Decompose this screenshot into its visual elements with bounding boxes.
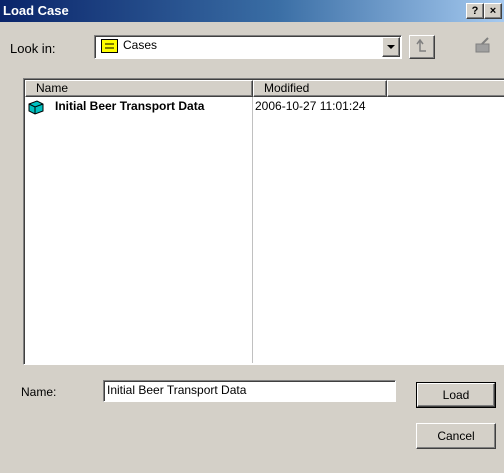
look-in-combo[interactable]: Cases	[94, 35, 402, 59]
name-field[interactable]	[103, 380, 396, 402]
name-input[interactable]	[104, 381, 389, 399]
column-header-empty	[387, 80, 504, 97]
column-divider	[252, 97, 253, 363]
cancel-button[interactable]: Cancel	[416, 423, 496, 449]
cancel-button-label: Cancel	[437, 429, 475, 443]
folder-icon	[101, 39, 119, 53]
column-header-modified[interactable]: Modified	[253, 80, 387, 97]
list-header: Name Modified	[25, 80, 504, 97]
name-cell[interactable]: Initial Beer Transport Data	[25, 98, 252, 116]
row-name: Initial Beer Transport Data	[55, 99, 205, 113]
row-modified: 2006-10-27 11:01:24	[255, 99, 366, 113]
up-folder-button[interactable]	[409, 35, 435, 59]
look-in-label: Look in:	[10, 41, 56, 56]
chevron-down-icon	[387, 45, 395, 49]
title-bar[interactable]: Load Case ? ×	[0, 0, 504, 22]
new-folder-button[interactable]	[470, 35, 494, 57]
table-row[interactable]: Initial Beer Transport Data 2006-10-27 1…	[25, 98, 504, 116]
load-button-label: Load	[442, 388, 470, 402]
look-in-value: Cases	[123, 38, 158, 52]
up-folder-icon	[416, 38, 426, 52]
column-header-name[interactable]: Name	[25, 80, 253, 97]
name-label: Name:	[21, 385, 57, 399]
cube-icon	[27, 99, 45, 118]
window-title: Load Case	[3, 3, 69, 18]
help-button[interactable]: ?	[466, 3, 484, 19]
close-button[interactable]: ×	[484, 3, 502, 19]
load-button[interactable]: Load	[416, 382, 496, 408]
new-folder-icon	[475, 37, 490, 53]
combo-dropdown-button[interactable]	[382, 37, 400, 57]
file-list[interactable]: Name Modified Initial Beer Transport Dat…	[23, 78, 504, 365]
